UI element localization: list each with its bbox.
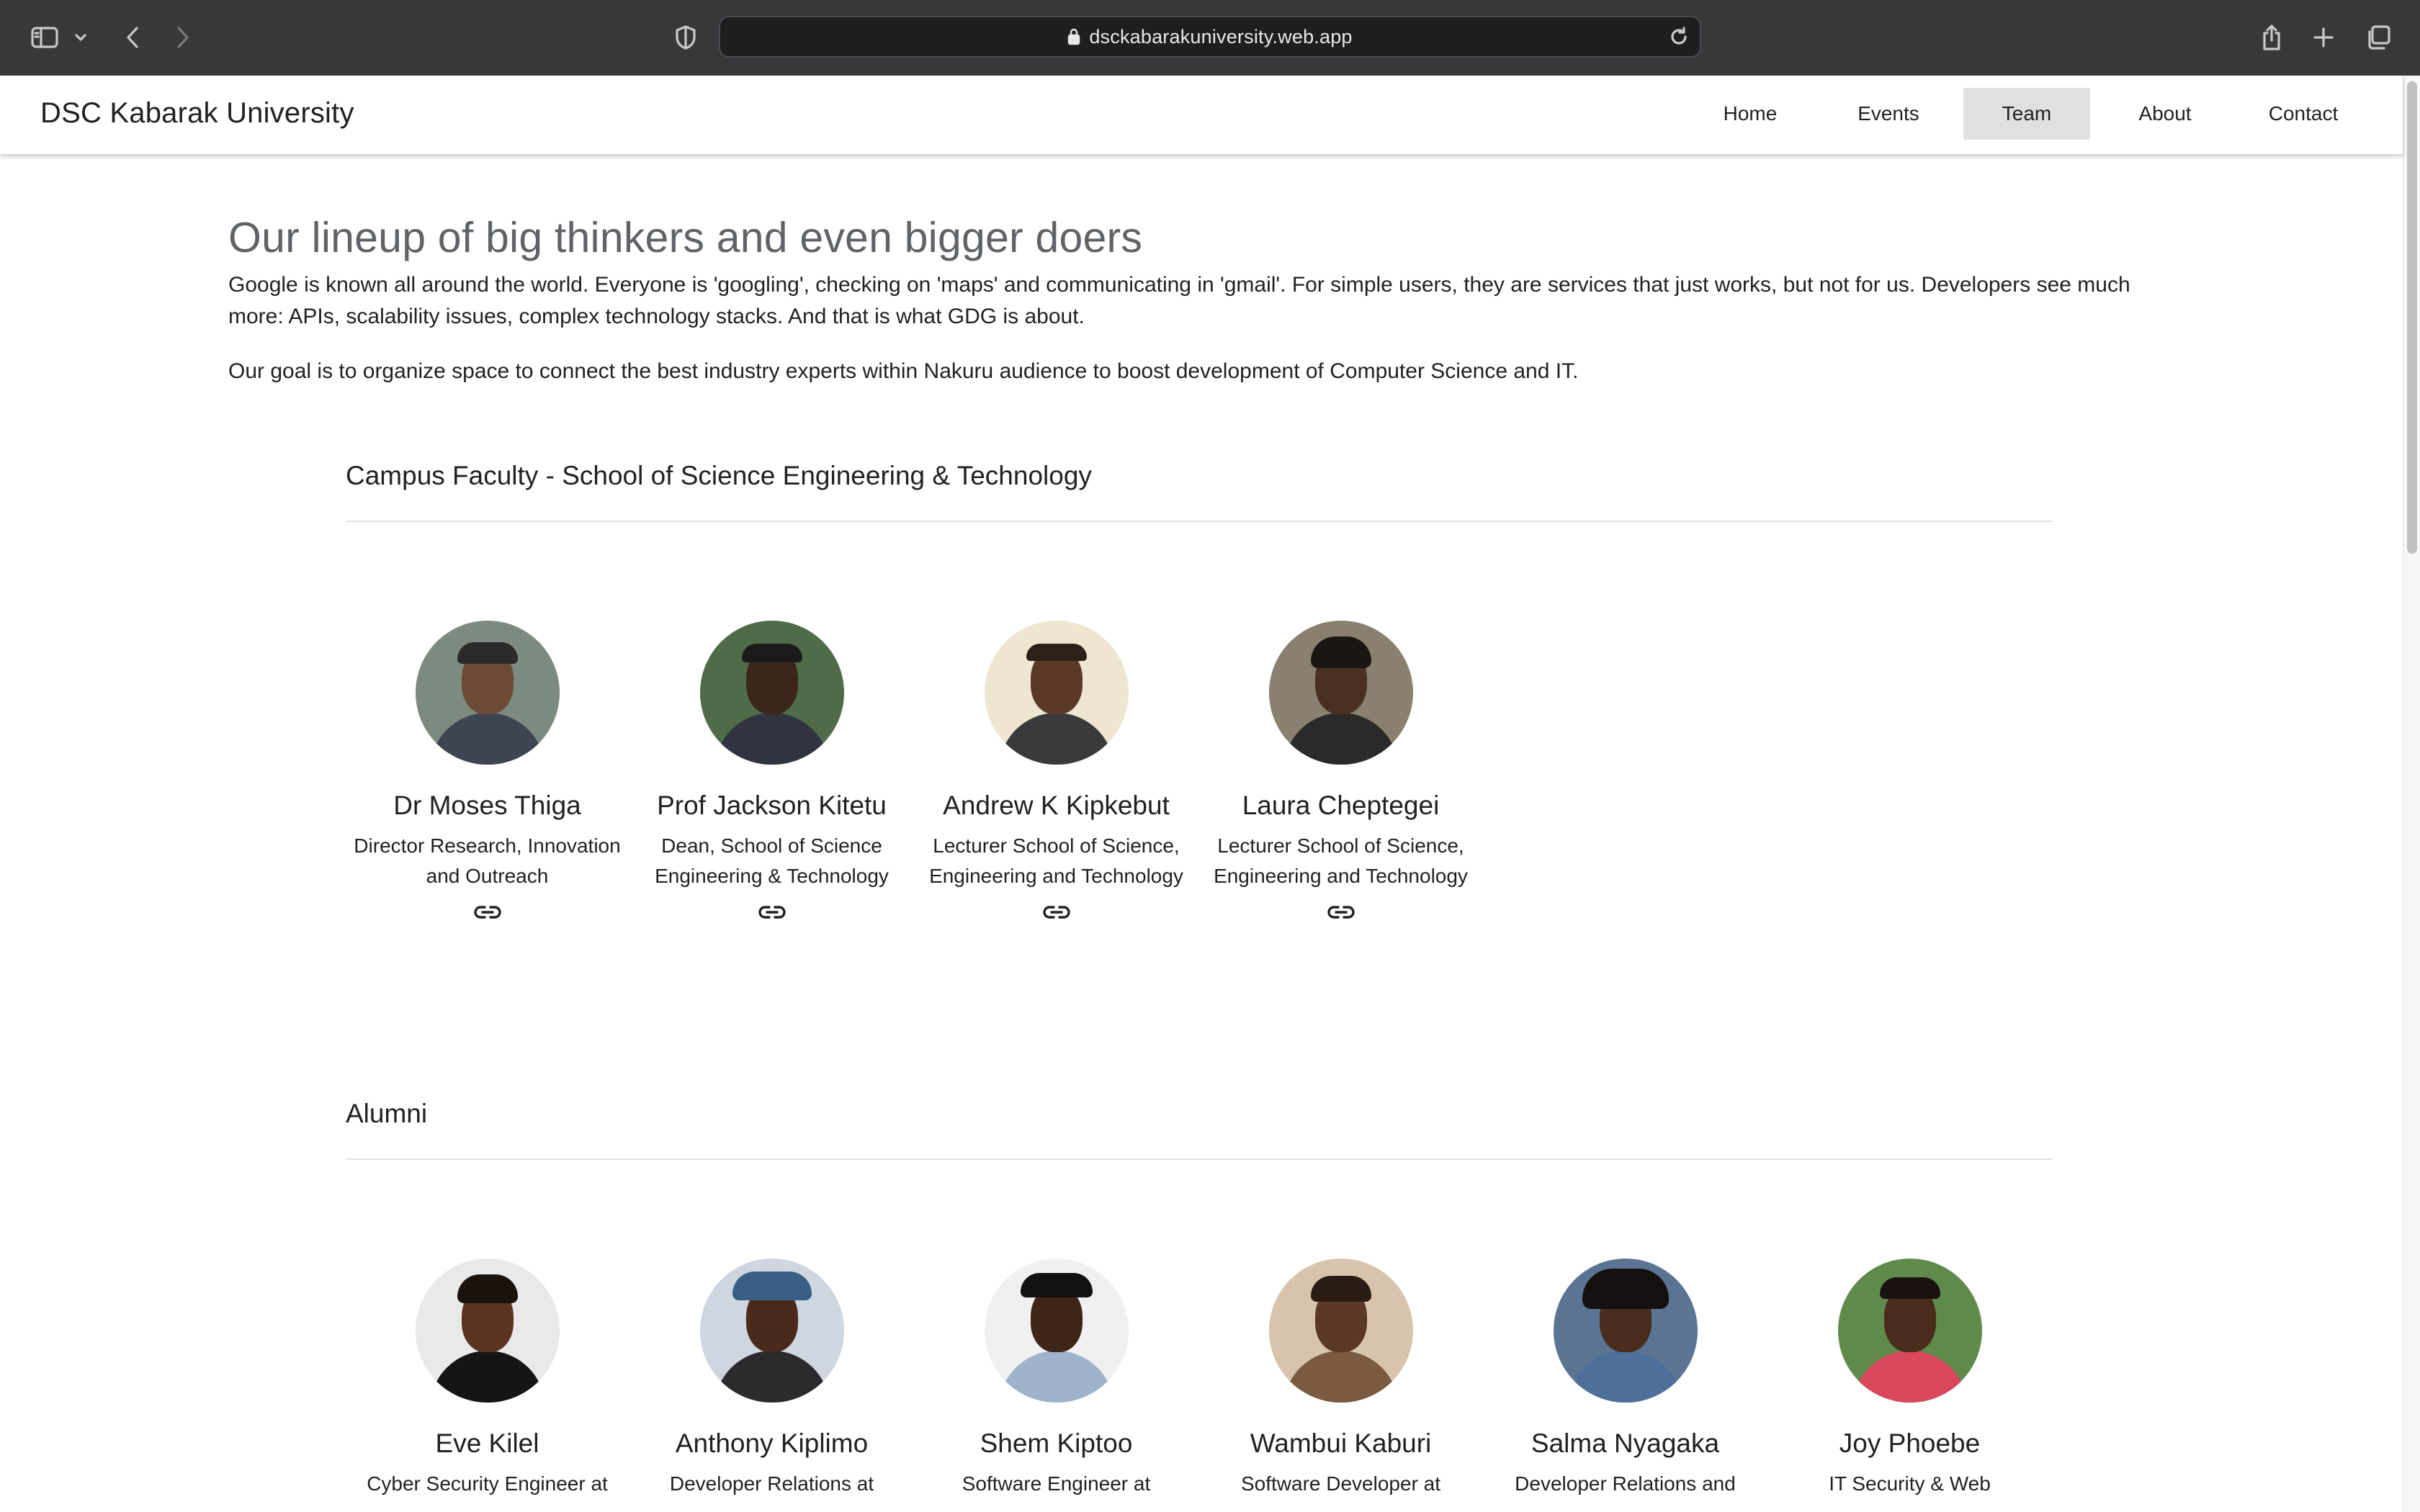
member-name: Wambui Kaburi [1250,1428,1432,1458]
member-role: Lecturer School of Science, Engineering … [1214,834,1468,887]
member-name: Salma Nyagaka [1531,1428,1720,1458]
share-icon[interactable] [2257,19,2286,56]
member-role: Developer Relations at [669,1472,874,1495]
alumni-card: Eve Kilel Cyber Security Engineer at [345,1259,629,1499]
avatar [984,1259,1129,1403]
avatar [1268,621,1413,765]
avatar [1553,1259,1698,1403]
avatar [699,621,844,765]
avatar [415,1259,560,1403]
faculty-card: Prof Jackson Kitetu Dean, School of Scie… [629,621,914,925]
address-bar[interactable]: dsckabarakuniversity.web.app [719,16,1701,58]
member-role: Cyber Security Engineer at [367,1472,608,1495]
avatar [415,621,560,765]
member-name: Dr Moses Thiga [393,791,581,820]
member-role: Dean, School of Science Engineering & Te… [655,834,889,887]
nav-contact[interactable]: Contact [2240,88,2367,140]
avatar [1837,1259,1982,1403]
new-tab-icon[interactable] [2309,19,2338,56]
nav-about[interactable]: About [2102,88,2228,140]
member-name: Eve Kilel [435,1428,539,1458]
faculty-section-title: Campus Faculty - School of Science Engin… [346,461,1092,490]
avatar [699,1259,844,1403]
member-role: Developer Relations and [1515,1472,1736,1495]
link-icon[interactable] [1042,903,1071,922]
alumni-card: Salma Nyagaka Developer Relations and [1483,1259,1767,1499]
tab-overview-icon[interactable] [2362,19,2394,56]
nav-events[interactable]: Events [1825,88,1952,140]
avatar [984,621,1129,765]
member-role: Software Engineer at [962,1472,1151,1495]
alumni-section-title: Alumni [346,1099,428,1128]
lock-icon [1067,28,1080,45]
faculty-card: Andrew K Kipkebut Lecturer School of Sci… [914,621,1198,925]
member-name: Anthony Kiplimo [675,1428,869,1458]
nav-home[interactable]: Home [1687,88,1814,140]
member-name: Prof Jackson Kitetu [657,791,887,820]
intro-paragraph: Google is known all around the world. Ev… [228,273,2130,328]
link-icon[interactable] [758,903,786,922]
main-nav: Home Events Team About Contact [1675,88,2403,140]
alumni-card: Joy Phoebe IT Security & Web [1767,1259,2052,1499]
alumni-card: Shem Kiptoo Software Engineer at [914,1259,1198,1499]
avatar [1268,1259,1413,1403]
brand-title[interactable]: DSC Kabarak University [40,97,354,130]
faculty-card: Laura Cheptegei Lecturer School of Scien… [1198,621,1483,925]
privacy-shield-icon[interactable] [671,19,700,56]
forward-icon[interactable] [169,19,197,56]
alumni-card: Wambui Kaburi Software Developer at [1198,1259,1483,1499]
member-role: Lecturer School of Science, Engineering … [929,834,1183,887]
sidebar-toggle-icon[interactable] [27,19,62,56]
page-headline: Our lineup of big thinkers and even bigg… [228,214,1143,261]
section-divider [346,1158,2053,1160]
member-role: IT Security & Web [1829,1472,1991,1495]
page-scrollbar[interactable] [2403,76,2420,1512]
nav-team[interactable]: Team [1963,88,2090,140]
member-name: Laura Cheptegei [1242,791,1440,820]
back-icon[interactable] [118,19,147,56]
scrollbar-thumb[interactable] [2407,81,2417,554]
member-role: Director Research, Innovation and Outrea… [354,834,621,887]
intro-paragraph: Our goal is to organize space to connect… [228,359,1579,383]
alumni-card: Anthony Kiplimo Developer Relations at [629,1259,914,1499]
section-divider [346,521,2053,522]
member-name: Andrew K Kipkebut [943,791,1170,820]
faculty-card: Dr Moses Thiga Director Research, Innova… [345,621,629,925]
member-role: Software Developer at [1240,1472,1441,1495]
member-name: Joy Phoebe [1839,1428,1981,1458]
link-icon[interactable] [1327,903,1355,922]
browser-toolbar: dsckabarakuniversity.web.app [0,0,2420,76]
member-name: Shem Kiptoo [980,1428,1133,1458]
chevron-down-icon[interactable] [71,19,91,56]
link-icon[interactable] [473,903,502,922]
reload-icon[interactable] [1668,26,1690,51]
url-text: dsckabarakuniversity.web.app [1089,25,1353,48]
site-header: DSC Kabarak University Home Events Team … [0,76,2403,154]
intro-text: Google is known all around the world. Ev… [228,269,2159,387]
